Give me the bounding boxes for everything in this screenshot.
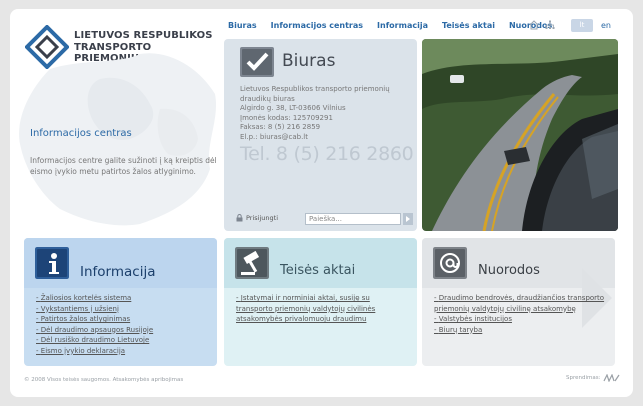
card-links: Įstatymai ir norminiai aktai, susiję su … bbox=[236, 293, 406, 325]
arrow-right-icon bbox=[406, 216, 410, 222]
logo-line-1: LIETUVOS RESPUBLIKOS bbox=[74, 30, 213, 41]
page: LIETUVOS RESPUBLIKOS TRANSPORTO PRIEMONI… bbox=[10, 9, 633, 397]
europe-map-graphic bbox=[19, 53, 217, 226]
biuras-address: Lietuvos Respublikos transporto priemoni… bbox=[240, 85, 390, 142]
address-line: Faksas: 8 (5) 216 2859 bbox=[240, 123, 321, 131]
at-sign-icon bbox=[433, 247, 467, 279]
card-links: Draudimo bendrovės, draudžiančios transp… bbox=[434, 293, 606, 335]
gavel-icon bbox=[235, 247, 269, 279]
lang-lt[interactable]: lt bbox=[571, 19, 593, 32]
sitemap-icon[interactable] bbox=[545, 20, 555, 30]
lock-icon bbox=[236, 214, 243, 222]
info-center-title[interactable]: Informacijos centras bbox=[30, 128, 132, 139]
biuras-phone: Tel. 8 (5) 216 2860 bbox=[240, 143, 414, 165]
list-item[interactable]: Biurų taryba bbox=[434, 325, 606, 336]
footer-credit: Sprendimas: bbox=[566, 374, 621, 382]
developer-logo-icon[interactable] bbox=[603, 374, 621, 382]
footer-copyright: © 2008 Visos teisės saugomos. Atsakomybė… bbox=[24, 377, 184, 383]
home-icon[interactable] bbox=[529, 20, 539, 30]
card-links: Žaliosios kortelės sistema Vykstantiems … bbox=[36, 293, 153, 356]
address-line: Algirdo g. 38, LT-03606 Vilnius bbox=[240, 104, 346, 112]
main-nav: Biuras Informacijos centras Informacija … bbox=[228, 21, 566, 30]
address-line: Lietuvos Respublikos transporto priemoni… bbox=[240, 85, 390, 93]
credit-label: Sprendimas: bbox=[566, 375, 601, 381]
address-line: draudikų biuras bbox=[240, 94, 295, 103]
list-item[interactable]: Vykstantiems į užsienį bbox=[36, 304, 153, 315]
list-item[interactable]: Patirtos žalos atlyginimas bbox=[36, 314, 153, 325]
info-icon bbox=[35, 247, 69, 279]
list-item[interactable]: Dėl rusiško draudimo Lietuvoje bbox=[36, 335, 153, 346]
list-item[interactable]: Žaliosios kortelės sistema bbox=[36, 293, 153, 304]
card-title[interactable]: Nuorodos bbox=[478, 263, 540, 278]
list-item[interactable]: Įstatymai ir norminiai aktai, susiję su … bbox=[236, 293, 406, 325]
address-line[interactable]: El.p.: biuras@cab.lt bbox=[240, 133, 390, 143]
checkmark-icon bbox=[240, 47, 274, 77]
lang-en[interactable]: en bbox=[601, 21, 611, 30]
card-title[interactable]: Teisės aktai bbox=[280, 263, 355, 278]
nav-informacijos-centras[interactable]: Informacijos centras bbox=[271, 21, 363, 30]
card-title[interactable]: Informacija bbox=[80, 264, 155, 280]
nav-icons bbox=[529, 20, 555, 30]
road-car-image bbox=[422, 39, 618, 231]
login-label: Prisijungti bbox=[246, 214, 279, 222]
list-item[interactable]: Dėl draudimo apsaugos Rusijoje bbox=[36, 325, 153, 336]
nav-biuras[interactable]: Biuras bbox=[228, 21, 257, 30]
biuras-title: Biuras bbox=[282, 51, 336, 71]
list-item[interactable]: Valstybės institucijos bbox=[434, 314, 606, 325]
language-switch: lt en bbox=[571, 19, 611, 32]
nav-teises-aktai[interactable]: Teisės aktai bbox=[442, 21, 495, 30]
login-link[interactable]: Prisijungti bbox=[236, 214, 278, 222]
address-line: Įmonės kodas: 125709291 bbox=[240, 113, 333, 122]
card-teises-aktai: Teisės aktai Įstatymai ir norminiai akta… bbox=[224, 238, 417, 366]
biuras-panel: Biuras Lietuvos Respublikos transporto p… bbox=[224, 39, 417, 231]
list-item[interactable]: Eismo įvykio deklaracija bbox=[36, 346, 153, 357]
card-informacija: Informacija Žaliosios kortelės sistema V… bbox=[24, 238, 217, 366]
info-center-description: Informacijos centre galite sužinoti į ką… bbox=[30, 156, 217, 176]
search-submit-button[interactable] bbox=[403, 213, 413, 225]
search-input[interactable]: Paieška... bbox=[305, 213, 401, 225]
card-nuorodos: Nuorodos Draudimo bendrovės, draudžianči… bbox=[422, 238, 615, 366]
list-item[interactable]: Draudimo bendrovės, draudžiančios transp… bbox=[434, 293, 606, 314]
nav-informacija[interactable]: Informacija bbox=[377, 21, 428, 30]
road-photo bbox=[422, 39, 618, 231]
